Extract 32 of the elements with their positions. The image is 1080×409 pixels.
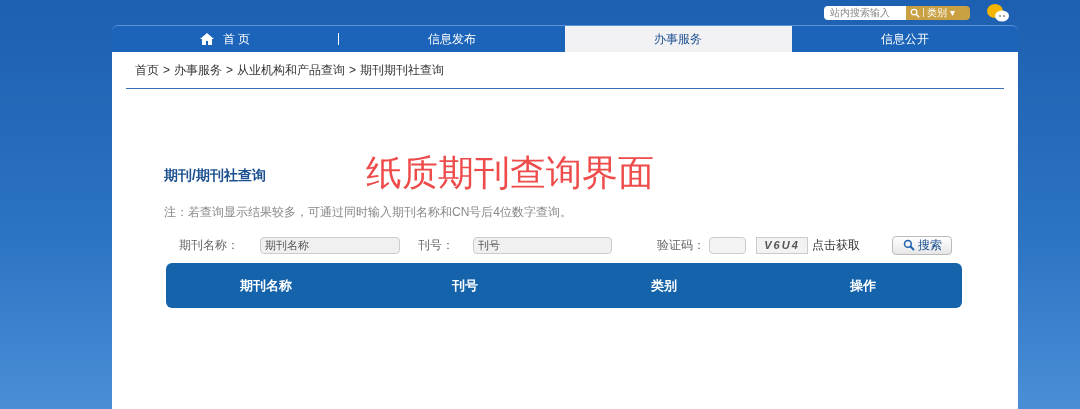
breadcrumb-separator: > <box>226 62 234 79</box>
column-header: 操作 <box>848 276 877 295</box>
breadcrumb-link[interactable]: 期刊期刊社查询 <box>360 61 445 79</box>
column-header: 刊号 <box>450 276 479 295</box>
field-label: 验证码： <box>657 237 706 254</box>
breadcrumb-separator: > <box>163 62 170 79</box>
breadcrumb-link[interactable]: 办事服务 <box>174 61 222 79</box>
home-icon <box>199 32 216 46</box>
search-icon <box>910 7 920 18</box>
refresh-captcha-link[interactable]: 点击获取 <box>812 236 860 254</box>
hint-text: 注：若查询显示结果较多，可通过同时输入期刊名称和CN号后4位数字查询。 <box>164 204 573 221</box>
issn-field[interactable]: 刊号 <box>473 236 612 254</box>
column-header: 类别 <box>649 276 678 295</box>
page-title: 期刊/期刊社查询 <box>164 166 267 185</box>
nav-tab[interactable]: 信息公开 <box>791 26 1018 52</box>
captcha-image: V6U4 <box>756 236 808 254</box>
journal-name-field[interactable]: 期刊名称 <box>260 236 400 254</box>
nav-tab[interactable]: 首 页 <box>112 26 338 52</box>
breadcrumb-link[interactable]: 首页 <box>135 61 159 79</box>
nav-tab[interactable]: 信息发布 <box>338 26 565 52</box>
breadcrumb-link[interactable]: 从业机构和产品查询 <box>237 61 346 79</box>
search-button[interactable]: 搜索 <box>892 235 952 255</box>
field-label: 刊号： <box>418 237 455 254</box>
nav-tab[interactable]: 办事服务 <box>565 26 792 52</box>
site-search-field[interactable]: 站内搜索输入 <box>824 5 906 20</box>
captcha-field[interactable] <box>709 236 746 254</box>
breadcrumb-separator: > <box>349 62 357 79</box>
chat-bubbles-icon[interactable] <box>986 2 1010 23</box>
annotation-text: 纸质期刊查询界面 <box>366 153 654 193</box>
field-label: 期刊名称： <box>179 237 240 254</box>
column-header: 期刊名称 <box>238 276 293 295</box>
search-icon <box>902 239 915 251</box>
